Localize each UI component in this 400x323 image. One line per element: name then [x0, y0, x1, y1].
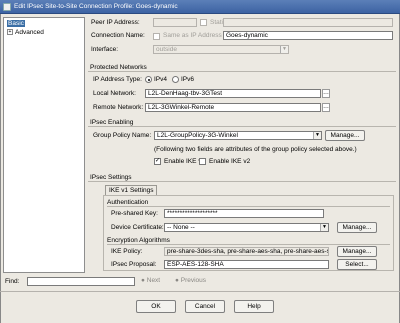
peer-ip-input[interactable]: [153, 18, 197, 27]
tab-ikev1-settings[interactable]: IKE v1 Settings: [105, 185, 158, 195]
find-bar: Find: ● Next ● Previous: [3, 276, 396, 288]
encryption-algorithms-title: Encryption Algorithms: [107, 237, 170, 244]
enable-ikev2-label: Enable IKE v2: [209, 158, 251, 165]
title-bar: Edit IPsec Site-to-Site Connection Profi…: [0, 0, 400, 14]
find-next-button[interactable]: ● Next: [141, 277, 160, 284]
section-divider: [88, 71, 396, 72]
interface-value: outside: [156, 46, 177, 53]
tree-item-advanced[interactable]: + Advanced: [7, 29, 44, 36]
device-certificate-label: Device Certificate:: [111, 224, 164, 231]
ipsec-enabling-title: IPsec Enabling: [90, 119, 134, 126]
previous-icon: ●: [175, 277, 179, 284]
cancel-button[interactable]: Cancel: [185, 300, 225, 313]
section-divider: [88, 126, 396, 127]
peer-ip-label: Peer IP Address:: [91, 19, 140, 26]
ipv6-radio[interactable]: [172, 76, 179, 83]
device-certificate-value: -- None --: [167, 224, 195, 231]
group-policy-label: Group Policy Name:: [93, 132, 152, 139]
ipsec-proposal-input[interactable]: ESP-AES-128-SHA: [164, 260, 329, 269]
next-icon: ●: [141, 277, 145, 284]
ipsec-proposal-label: IPsec Proposal:: [111, 261, 157, 268]
certificate-manage-button[interactable]: Manage...: [337, 222, 377, 233]
tree-item-basic[interactable]: Basic: [7, 20, 25, 27]
group-policy-select[interactable]: L2L-GroupPolicy-3G-Winkel ▼: [154, 131, 322, 140]
section-divider: [88, 181, 396, 182]
connection-name-input[interactable]: Goes-dynamic: [223, 31, 393, 40]
same-as-ip-checkbox[interactable]: [153, 33, 160, 40]
local-network-input[interactable]: L2L-DenHaag-tbv-3GTest: [145, 89, 321, 98]
remote-network-input[interactable]: L2L-3GWinkel-Remote: [145, 103, 321, 112]
ipv4-radio[interactable]: [145, 76, 152, 83]
basic-settings-pane: Peer IP Address: Static Connection Name:…: [88, 17, 396, 273]
authentication-title: Authentication: [107, 199, 149, 206]
group-policy-manage-button[interactable]: Manage...: [325, 130, 365, 141]
group-policy-note: (Following two fields are attributes of …: [154, 146, 357, 153]
navigation-tree: Basic + Advanced: [3, 17, 85, 273]
ipv6-label: IPv6: [181, 76, 195, 83]
find-previous-label: Previous: [180, 277, 207, 284]
find-next-label: Next: [146, 277, 161, 284]
ipv4-label: IPv4: [154, 76, 168, 83]
window-title: Edit IPsec Site-to-Site Connection Profi…: [14, 3, 178, 10]
ok-button[interactable]: OK: [136, 300, 176, 313]
find-input[interactable]: [27, 277, 135, 286]
group-policy-value: L2L-GroupPolicy-3G-Winkel: [157, 132, 238, 139]
footer-divider: [0, 291, 400, 292]
ipsec-settings-title: IPsec Settings: [90, 174, 132, 181]
protected-networks-title: Protected Networks: [90, 64, 147, 71]
psk-label: Pre-shared Key:: [111, 210, 158, 217]
interface-label: Interface:: [91, 46, 119, 53]
ike-policy-field[interactable]: pre-share-3des-sha, pre-share-aes-sha, p…: [164, 247, 329, 256]
find-previous-button[interactable]: ● Previous: [175, 277, 206, 284]
peer-ip-extra-field: [223, 18, 393, 27]
find-label: Find:: [5, 278, 20, 285]
ike-policy-label: IKE Policy:: [111, 248, 143, 255]
static-checkbox[interactable]: [200, 19, 207, 26]
same-as-ip-label: Same as IP Address: [163, 32, 222, 39]
tree-item-label: Advanced: [15, 29, 44, 36]
tree-item-label: Basic: [7, 20, 25, 27]
local-network-browse-button[interactable]: …: [322, 89, 330, 98]
expand-icon[interactable]: +: [7, 29, 13, 36]
remote-network-label: Remote Network:: [93, 104, 144, 111]
enable-ikev2-checkbox[interactable]: [199, 158, 206, 165]
ike-policy-manage-button[interactable]: Manage...: [337, 246, 377, 257]
app-icon: [3, 3, 11, 11]
interface-select[interactable]: outside ▼: [153, 45, 289, 54]
psk-input[interactable]: ********************: [164, 209, 324, 218]
device-certificate-select[interactable]: -- None -- ▼: [164, 223, 329, 232]
remote-network-browse-button[interactable]: …: [322, 103, 330, 112]
section-divider: [107, 244, 390, 245]
chevron-down-icon: ▼: [313, 132, 321, 139]
chevron-down-icon: ▼: [280, 46, 288, 53]
connection-name-label: Connection Name:: [91, 32, 145, 39]
enable-ikev1-checkbox[interactable]: ✓: [154, 158, 161, 165]
help-button[interactable]: Help: [234, 300, 274, 313]
chevron-down-icon: ▼: [320, 224, 328, 231]
ipsec-proposal-select-button[interactable]: Select...: [337, 259, 377, 270]
local-network-label: Local Network:: [93, 90, 136, 97]
section-divider: [107, 206, 390, 207]
ip-type-label: IP Address Type:: [93, 76, 142, 83]
